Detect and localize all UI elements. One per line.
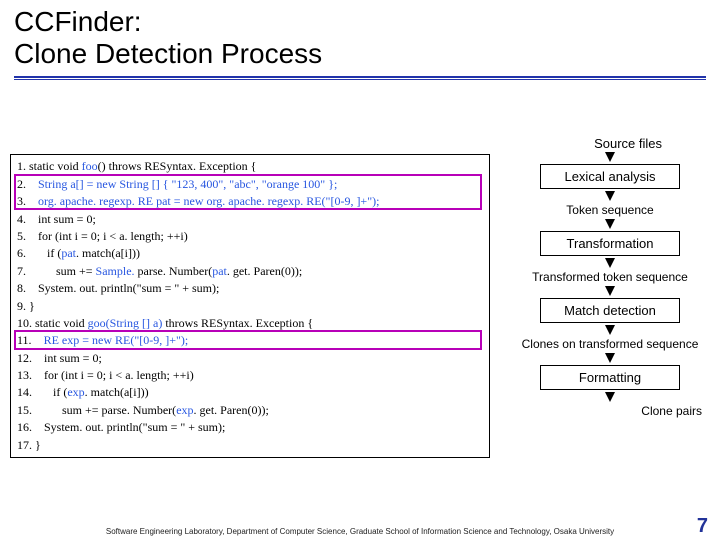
stage-txt-transformed: Transformed token sequence	[510, 270, 710, 284]
page-number: 7	[697, 515, 708, 538]
source-files-label: Source files	[594, 136, 662, 151]
slide-title: CCFinder: Clone Detection Process	[14, 6, 706, 70]
stage-txt-token: Token sequence	[510, 203, 710, 217]
pipeline: Lexical analysis Token sequence Transfor…	[510, 150, 710, 420]
stage-match: Match detection	[540, 298, 680, 323]
arrow-icon	[605, 152, 615, 162]
stage-formatting: Formatting	[540, 365, 680, 390]
arrow-icon	[605, 286, 615, 296]
arrow-icon	[605, 353, 615, 363]
footer-affiliation: Software Engineering Laboratory, Departm…	[0, 527, 720, 536]
stage-txt-clones: Clones on transformed sequence	[510, 337, 710, 351]
arrow-icon	[605, 191, 615, 201]
stage-lexical: Lexical analysis	[540, 164, 680, 189]
content-area: Source files 1. static void foo() throws…	[0, 80, 720, 510]
arrow-icon	[605, 392, 615, 402]
arrow-icon	[605, 325, 615, 335]
code-listing: 1. static void foo() throws RESyntax. Ex…	[10, 154, 490, 458]
arrow-icon	[605, 258, 615, 268]
stage-txt-pairs: Clone pairs	[510, 404, 710, 418]
arrow-icon	[605, 219, 615, 229]
stage-transformation: Transformation	[540, 231, 680, 256]
